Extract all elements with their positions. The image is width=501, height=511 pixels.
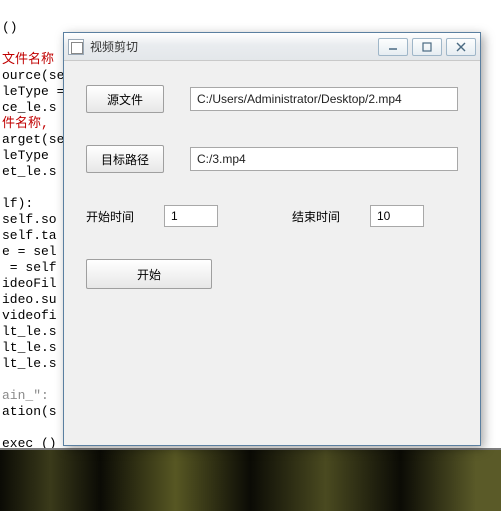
maximize-button[interactable] bbox=[412, 38, 442, 56]
end-time-input[interactable] bbox=[370, 205, 424, 227]
start-time-label: 开始时间 bbox=[86, 208, 146, 225]
start-button[interactable]: 开始 bbox=[86, 259, 212, 289]
target-path-input[interactable] bbox=[190, 147, 458, 171]
bottom-image-strip bbox=[0, 449, 501, 511]
maximize-icon bbox=[422, 42, 432, 52]
window-title: 视频剪切 bbox=[90, 38, 138, 55]
start-time-input[interactable] bbox=[164, 205, 218, 227]
end-time-label: 结束时间 bbox=[292, 208, 352, 225]
source-file-button[interactable]: 源文件 bbox=[86, 85, 164, 113]
close-button[interactable] bbox=[446, 38, 476, 56]
window-icon bbox=[68, 39, 84, 55]
titlebar[interactable]: 视频剪切 bbox=[64, 33, 480, 61]
source-path-input[interactable] bbox=[190, 87, 458, 111]
close-icon bbox=[456, 42, 466, 52]
dialog-content: 源文件 目标路径 开始时间 结束时间 开始 bbox=[64, 61, 480, 289]
minimize-icon bbox=[388, 42, 398, 52]
minimize-button[interactable] bbox=[378, 38, 408, 56]
target-path-button[interactable]: 目标路径 bbox=[86, 145, 164, 173]
video-trim-window: 视频剪切 源文件 目标路径 开始时间 结束时间 开始 bbox=[63, 32, 481, 446]
